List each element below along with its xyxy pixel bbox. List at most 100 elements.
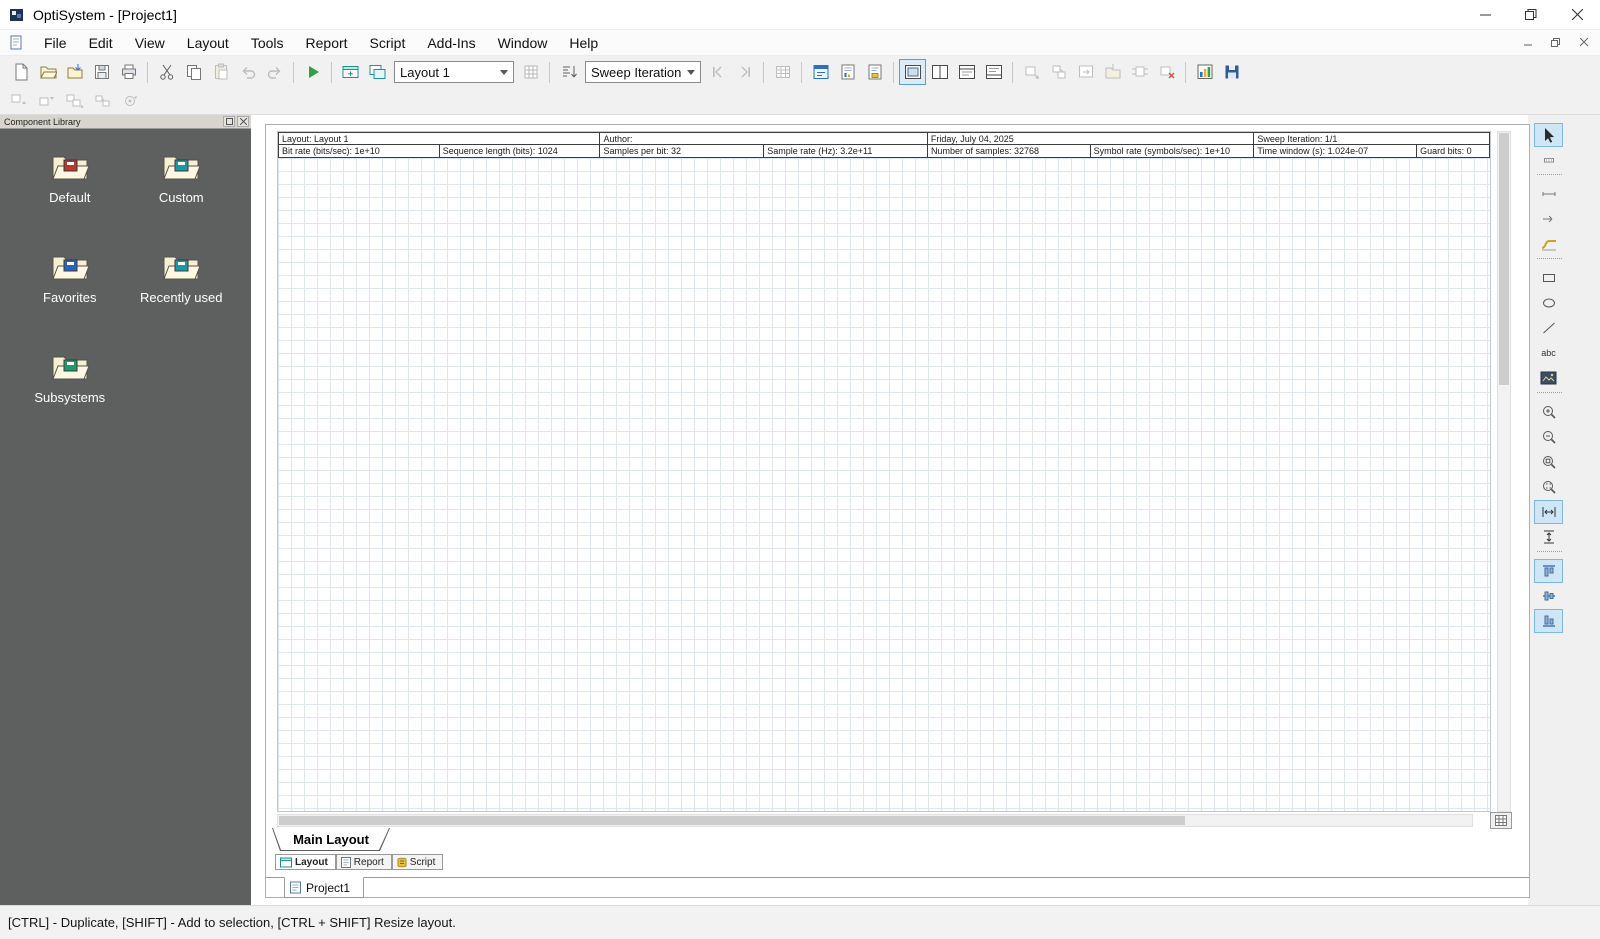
view-script-pane-icon[interactable] [980,59,1007,85]
menu-addins[interactable]: Add-Ins [416,32,486,54]
menu-tools[interactable]: Tools [240,32,295,54]
zoom-selection-tool[interactable] [1534,475,1563,499]
iterations-table-icon[interactable] [769,59,796,85]
horizontal-scrollbar-thumb[interactable] [279,816,1185,825]
menu-report[interactable]: Report [295,32,359,54]
delete-layout-icon[interactable] [517,59,544,85]
save-monitor-data-icon[interactable] [1218,59,1245,85]
ungroup-components-icon[interactable] [91,91,115,111]
zoom-in-tool[interactable] [1534,400,1563,424]
send-backward-icon[interactable] [35,91,59,111]
cut-icon[interactable] [153,59,180,85]
undo-icon[interactable] [234,59,261,85]
new-file-icon[interactable] [7,59,34,85]
main-layout-tab[interactable]: Main Layout [272,828,390,851]
duplicate-layout-icon[interactable] [364,59,391,85]
report-page-icon[interactable] [834,59,861,85]
copy-icon[interactable] [180,59,207,85]
connection-arrow-tool[interactable] [1534,207,1563,231]
save-icon[interactable] [88,59,115,85]
expand-subsystem-icon[interactable] [1072,59,1099,85]
print-icon[interactable] [115,59,142,85]
align-middle-tool[interactable] [1534,584,1563,608]
draw-ellipse-tool[interactable] [1534,291,1563,315]
menu-edit[interactable]: Edit [78,32,124,54]
place-image-tool[interactable] [1534,366,1563,390]
subsystem-ports-icon[interactable] [1126,59,1153,85]
child-minimize-button[interactable] [1516,34,1540,52]
vertical-fit-tool[interactable] [1534,525,1563,549]
vertical-scrollbar-thumb[interactable] [1499,133,1509,385]
auto-connect-icon[interactable] [119,91,143,111]
project-tab[interactable]: Project1 [284,877,364,898]
child-restore-button[interactable] [1544,34,1568,52]
layout-combobox[interactable]: Layout 1 [394,61,514,83]
grid-snap-button[interactable] [1490,812,1512,829]
sweep-order-icon[interactable] [555,59,582,85]
library-item-default[interactable]: Default [14,151,126,205]
menu-script[interactable]: Script [359,32,417,54]
align-bottom-tool[interactable] [1534,609,1563,633]
toolbar-separator [1185,62,1186,83]
group-components-icon[interactable] [63,91,87,111]
new-layout-icon[interactable] [337,59,364,85]
panel-close-button[interactable] [237,116,249,127]
zoom-out-tool[interactable] [1534,425,1563,449]
menu-layout[interactable]: Layout [176,32,240,54]
menu-file[interactable]: File [33,32,78,54]
view-report-pane-icon[interactable] [953,59,980,85]
tab-layout[interactable]: Layout [275,854,336,870]
tab-report[interactable]: Report [336,854,392,870]
create-subsystem-icon[interactable] [1045,59,1072,85]
header-cell-date: Friday, July 04, 2025 [928,132,1254,145]
redo-icon[interactable] [261,59,288,85]
grip-handle-tool[interactable] [1534,148,1563,172]
break-subsystem-icon[interactable] [1153,59,1180,85]
vertical-scrollbar[interactable] [1497,131,1511,812]
menu-window[interactable]: Window [487,32,559,54]
minimize-button[interactable] [1462,0,1508,30]
project-tab-label: Project1 [306,881,350,895]
menu-view[interactable]: View [124,32,176,54]
layout-editor-icon[interactable] [807,59,834,85]
restore-button[interactable] [1508,0,1554,30]
library-item-recently-used[interactable]: Recently used [126,251,238,305]
library-item-custom[interactable]: Custom [126,151,238,205]
open-file-icon[interactable] [34,59,61,85]
close-button[interactable] [1554,0,1600,30]
previous-iteration-icon[interactable] [704,59,731,85]
library-item-subsystems[interactable]: Subsystems [14,351,126,405]
bring-forward-icon[interactable] [7,91,31,111]
library-item-favorites[interactable]: Favorites [14,251,126,305]
visualizer-library-icon[interactable] [1191,59,1218,85]
import-file-icon[interactable] [61,59,88,85]
align-top-tool[interactable] [1534,559,1563,583]
sweep-combobox[interactable]: Sweep Iteration [585,61,701,83]
horizontal-fit-tool[interactable] [1534,500,1563,524]
line-segment-tool[interactable] [1534,182,1563,206]
tab-script[interactable]: Script [392,854,444,870]
zoom-page-tool[interactable] [1534,450,1563,474]
place-text-tool[interactable]: abc [1534,341,1563,365]
layout-canvas[interactable]: Layout: Layout 1 Author: Friday, July 04… [277,131,1491,812]
script-tab-icon [397,857,407,868]
library-item-label: Recently used [140,290,222,305]
paste-icon[interactable] [207,59,234,85]
calculate-run-icon[interactable] [299,59,326,85]
insert-subsystem-icon[interactable] [1018,59,1045,85]
menu-help[interactable]: Help [558,32,609,54]
align-bottom-icon [1541,613,1557,629]
child-close-button[interactable] [1572,34,1596,52]
draw-line-tool[interactable] [1534,316,1563,340]
open-subsystem-icon[interactable] [1099,59,1126,85]
view-single-layout-icon[interactable] [899,59,926,85]
draw-rectangle-tool[interactable] [1534,266,1563,290]
component-library-title: Component Library [2,117,221,127]
connection-path-tool[interactable] [1534,232,1563,256]
horizontal-scrollbar[interactable] [277,814,1473,827]
select-tool[interactable] [1534,123,1563,147]
script-page-icon[interactable] [861,59,888,85]
panel-dock-button[interactable] [223,116,235,127]
view-split-vertical-icon[interactable] [926,59,953,85]
next-iteration-icon[interactable] [731,59,758,85]
